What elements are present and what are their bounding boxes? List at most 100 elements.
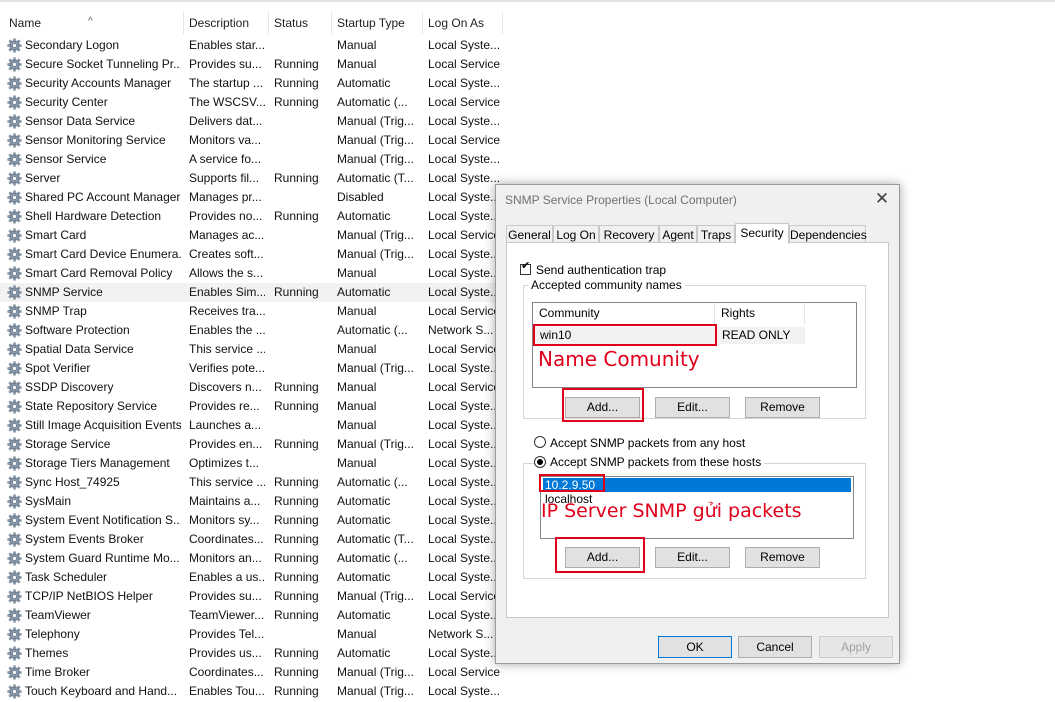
tab-security[interactable]: Security: [735, 223, 789, 244]
table-row[interactable]: Telephony Provides Tel... Manual Network S.…: [0, 625, 520, 644]
service-startup-type-cell: Automatic: [337, 285, 391, 299]
column-divider[interactable]: [502, 12, 503, 34]
table-row[interactable]: Touch Keyboard and Hand... Enables Tou...…: [0, 682, 520, 701]
service-name-cell: Smart Card Device Enumera...: [25, 247, 181, 261]
table-row[interactable]: Storage Service Provides en... Running Manu…: [0, 435, 520, 454]
service-log-on-as-cell: Local Service: [428, 589, 500, 603]
send-auth-trap-checkbox[interactable]: ✔: [520, 261, 531, 275]
service-gear-icon: [7, 608, 22, 623]
table-row[interactable]: Server Supports fil... Running Automatic (T…: [0, 169, 520, 188]
column-header-name[interactable]: Name: [3, 12, 183, 34]
service-startup-type-cell: Automatic: [337, 646, 391, 660]
table-row[interactable]: Security Center The WSCSV... Running Automa…: [0, 93, 520, 112]
tab-general[interactable]: General: [506, 225, 553, 243]
add-community-button[interactable]: Add...: [565, 397, 640, 418]
service-status-cell: Running: [274, 437, 319, 451]
table-row[interactable]: SSDP Discovery Discovers n... Running Manua…: [0, 378, 520, 397]
accept-any-host-radio[interactable]: [534, 436, 546, 448]
service-name-cell: System Event Notification S...: [25, 513, 181, 527]
service-startup-type-cell: Automatic: [337, 76, 391, 90]
tab-agent[interactable]: Agent: [659, 225, 697, 243]
tab-traps[interactable]: Traps: [697, 225, 735, 243]
service-description-cell: Receives tra...: [189, 304, 265, 318]
table-row[interactable]: TeamViewer TeamViewer... Running Automatic L…: [0, 606, 520, 625]
service-gear-icon: [7, 152, 22, 167]
service-description-cell: Provides su...: [189, 57, 262, 71]
column-header-description[interactable]: Description: [183, 12, 268, 34]
service-log-on-as-cell: Local Service: [428, 380, 500, 394]
service-description-cell: Enables the ...: [189, 323, 265, 337]
table-row[interactable]: Sensor Service A service fo... Manual (Tri…: [0, 150, 520, 169]
service-startup-type-cell: Manual: [337, 342, 377, 356]
accept-these-hosts-radio[interactable]: [534, 456, 546, 468]
remove-community-button[interactable]: Remove: [745, 397, 820, 418]
table-row[interactable]: Spatial Data Service This service ... Manu…: [0, 340, 520, 359]
table-row[interactable]: Sensor Data Service Delivers dat... Manual…: [0, 112, 520, 131]
table-row[interactable]: Shell Hardware Detection Provides no... Ru…: [0, 207, 520, 226]
table-row[interactable]: Smart Card Manages ac... Manual (Trig... Lo…: [0, 226, 520, 245]
table-row[interactable]: Smart Card Device Enumera... Creates soft…: [0, 245, 520, 264]
service-description-cell: Delivers dat...: [189, 114, 263, 128]
service-name-cell: System Events Broker: [25, 532, 144, 546]
service-startup-type-cell: Automatic (...: [337, 95, 408, 109]
column-header-status[interactable]: Status: [268, 12, 331, 34]
remove-host-button[interactable]: Remove: [745, 547, 820, 568]
table-row[interactable]: Secure Socket Tunneling Pr... Provides su…: [0, 55, 520, 74]
add-host-button[interactable]: Add...: [565, 547, 640, 568]
tab-log-on[interactable]: Log On: [553, 225, 599, 243]
service-gear-icon: [7, 209, 22, 224]
community-column-header[interactable]: Community: [533, 303, 715, 324]
table-row[interactable]: System Guard Runtime Mo... Monitors an...…: [0, 549, 520, 568]
table-row[interactable]: SNMP Trap Receives tra... Manual Local Serv…: [0, 302, 520, 321]
community-listview[interactable]: Community Rights win10 READ ONLY: [532, 302, 857, 388]
service-name-cell: Storage Tiers Management: [25, 456, 170, 470]
tab-recovery[interactable]: Recovery: [599, 225, 659, 243]
host-item[interactable]: 10.2.9.50: [543, 478, 851, 492]
column-header-startup-type[interactable]: Startup Type: [331, 12, 422, 34]
community-group-title: Accepted community names: [528, 278, 685, 292]
table-row[interactable]: Sync Host_74925 This service ... Running Au…: [0, 473, 520, 492]
table-row[interactable]: SNMP Service Enables Sim... Running Automat…: [0, 283, 520, 302]
service-name-cell: TCP/IP NetBIOS Helper: [25, 589, 153, 603]
table-row[interactable]: System Event Notification S... Monitors s…: [0, 511, 520, 530]
service-description-cell: Provides en...: [189, 437, 263, 451]
tab-dependencies[interactable]: Dependencies: [789, 225, 867, 243]
table-row[interactable]: Smart Card Removal Policy Allows the s...…: [0, 264, 520, 283]
table-row[interactable]: System Events Broker Coordinates... Runnin…: [0, 530, 520, 549]
service-startup-type-cell: Automatic (T...: [337, 171, 414, 185]
service-description-cell: Manages pr...: [189, 190, 262, 204]
table-row[interactable]: Sensor Monitoring Service Monitors va... M…: [0, 131, 520, 150]
column-header-log-on-as[interactable]: Log On As: [422, 12, 502, 34]
service-gear-icon: [7, 266, 22, 281]
edit-host-button[interactable]: Edit...: [655, 547, 730, 568]
table-row[interactable]: State Repository Service Provides re... Ru…: [0, 397, 520, 416]
table-row[interactable]: TCP/IP NetBIOS Helper Provides su... Runni…: [0, 587, 520, 606]
service-log-on-as-cell: Local Service: [428, 304, 500, 318]
service-status-cell: [274, 340, 330, 359]
service-gear-icon: [7, 228, 22, 243]
table-row[interactable]: Task Scheduler Enables a us... Running Auto…: [0, 568, 520, 587]
table-row[interactable]: Time Broker Coordinates... Running Manual (…: [0, 663, 520, 682]
edit-community-button[interactable]: Edit...: [655, 397, 730, 418]
table-row[interactable]: Spot Verifier Verifies pote... Manual (Tri…: [0, 359, 520, 378]
service-gear-icon: [7, 76, 22, 91]
service-description-cell: Manages ac...: [189, 228, 265, 242]
cancel-button[interactable]: Cancel: [738, 636, 812, 658]
table-row[interactable]: Software Protection Enables the ... Automa…: [0, 321, 520, 340]
table-row[interactable]: Storage Tiers Management Optimizes t... Ma…: [0, 454, 520, 473]
table-row[interactable]: Secondary Logon Enables star... Manual Loca…: [0, 36, 520, 55]
service-log-on-as-cell: Local Syste...: [428, 361, 500, 375]
ok-button[interactable]: OK: [658, 636, 732, 658]
table-row[interactable]: Shared PC Account Manager Manages pr... Di…: [0, 188, 520, 207]
table-row[interactable]: Security Accounts Manager The startup ...…: [0, 74, 520, 93]
table-row[interactable]: Still Image Acquisition Events Launches a…: [0, 416, 520, 435]
rights-column-header[interactable]: Rights: [715, 303, 805, 324]
service-name-cell: SNMP Service: [25, 285, 103, 299]
apply-button[interactable]: Apply: [819, 636, 893, 658]
close-icon[interactable]: ✕: [873, 189, 891, 209]
table-row[interactable]: SysMain Maintains a... Running Automatic Loc…: [0, 492, 520, 511]
service-name-cell: Secondary Logon: [25, 38, 120, 52]
table-row[interactable]: Themes Provides us... Running Automatic Loca…: [0, 644, 520, 663]
service-name-cell: Still Image Acquisition Events: [25, 418, 181, 432]
service-startup-type-cell: Automatic: [337, 570, 391, 584]
